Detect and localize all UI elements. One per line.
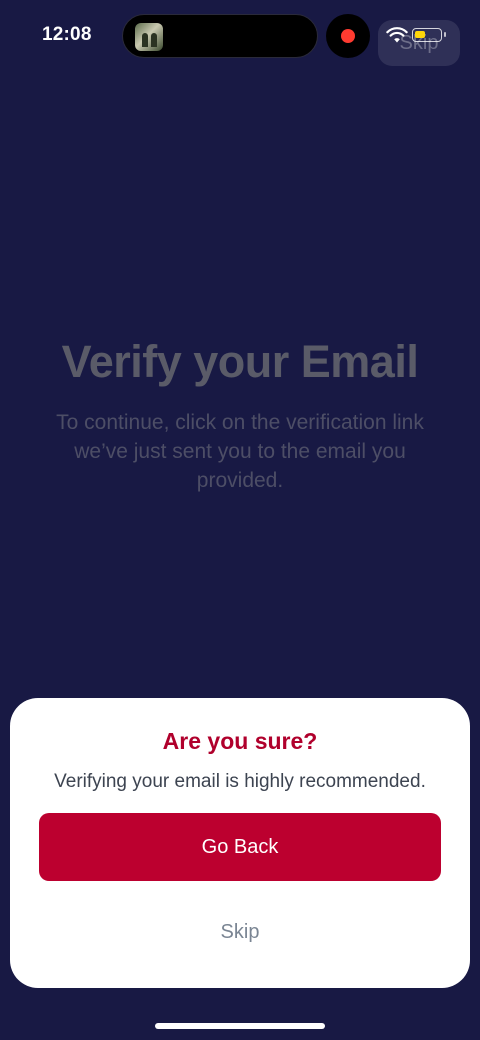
record-dot-icon — [341, 29, 355, 43]
sheet-message: Verifying your email is highly recommend… — [54, 771, 426, 792]
status-time: 12:08 — [42, 24, 92, 45]
battery-icon — [412, 28, 446, 42]
home-indicator[interactable] — [155, 1023, 325, 1029]
skip-button[interactable]: Skip — [190, 912, 290, 952]
wifi-icon — [386, 27, 408, 43]
verify-email-screen: 12:08 Skip Verify your Email To continue… — [0, 0, 480, 1040]
go-back-button[interactable]: Go Back — [39, 813, 441, 881]
recording-indicator — [326, 14, 370, 58]
sheet-title: Are you sure? — [162, 728, 318, 754]
media-thumbnail-icon — [135, 23, 163, 51]
confirm-skip-sheet: Are you sure? Verifying your email is hi… — [10, 698, 470, 988]
page-title: Verify your Email — [61, 336, 419, 387]
dynamic-island — [122, 14, 318, 58]
page-subtitle: To continue, click on the verification l… — [56, 411, 424, 492]
